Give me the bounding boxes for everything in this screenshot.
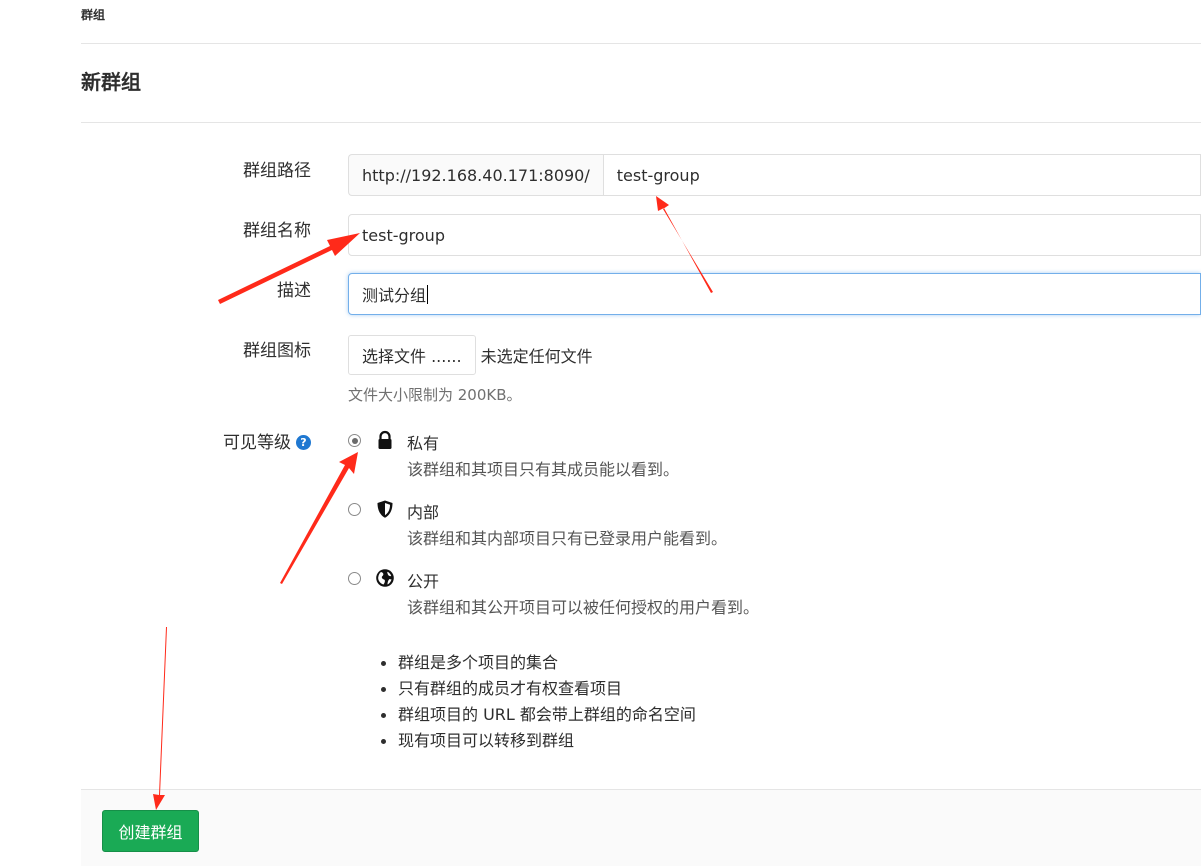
description-input[interactable]: 测试分组 <box>348 273 1201 315</box>
title-divider <box>81 122 1201 123</box>
breadcrumb[interactable]: 群组 <box>81 6 105 23</box>
group-info-list: 群组是多个项目的集合 只有群组的成员才有权查看项目 群组项目的 URL 都会带上… <box>381 650 696 754</box>
visibility-title-private: 私有 <box>407 434 440 453</box>
visibility-title-public: 公开 <box>407 572 440 591</box>
group-avatar-label: 群组图标 <box>243 341 311 361</box>
list-item: 现有项目可以转移到群组 <box>381 728 696 754</box>
shield-icon <box>377 500 393 518</box>
file-status: 未选定任何文件 <box>480 347 593 366</box>
arrow-to-private-radio <box>280 452 358 584</box>
group-path-label: 群组路径 <box>243 161 311 181</box>
lock-icon <box>378 430 392 449</box>
group-path-field: http://192.168.40.171:8090/ test-group <box>348 154 1201 196</box>
form-actions-bar <box>81 789 1201 866</box>
text-caret <box>427 284 429 304</box>
group-path-input[interactable]: test-group <box>602 154 1201 196</box>
group-name-field: test-group <box>348 214 1201 256</box>
radio-public[interactable] <box>348 572 361 585</box>
group-name-label: 群组名称 <box>243 221 311 241</box>
visibility-title-internal: 内部 <box>407 503 440 522</box>
avatar-size-help: 文件大小限制为 200KB。 <box>348 386 522 404</box>
question-circle-icon[interactable]: ? <box>296 435 311 450</box>
create-group-button[interactable]: 创建群组 <box>102 810 199 852</box>
page-title: 新群组 <box>81 70 141 94</box>
visibility-label: 可见等级 <box>223 433 291 453</box>
header-divider <box>81 43 1201 44</box>
avatar-file-picker: 选择文件 ...... 未选定任何文件 <box>348 334 593 376</box>
group-path-prefix: http://192.168.40.171:8090/ <box>348 154 603 196</box>
visibility-desc-internal: 该群组和其内部项目只有已登录用户能看到。 <box>407 529 728 548</box>
list-item: 群组是多个项目的集合 <box>381 650 696 676</box>
choose-file-button[interactable]: 选择文件 ...... <box>348 335 476 375</box>
radio-private[interactable] <box>348 434 361 447</box>
visibility-desc-public: 该群组和其公开项目可以被任何授权的用户看到。 <box>407 598 760 617</box>
description-field: 测试分组 <box>348 273 1201 315</box>
group-name-input[interactable]: test-group <box>348 214 1201 256</box>
description-value: 测试分组 <box>362 286 427 305</box>
visibility-label-group: 可见等级? <box>223 428 311 453</box>
arrow-to-create-button <box>153 627 167 810</box>
description-label: 描述 <box>277 281 311 301</box>
globe-icon <box>376 569 394 587</box>
list-item: 只有群组的成员才有权查看项目 <box>381 676 696 702</box>
radio-internal[interactable] <box>348 503 361 516</box>
visibility-desc-private: 该群组和其项目只有其成员能以看到。 <box>407 460 680 479</box>
list-item: 群组项目的 URL 都会带上群组的命名空间 <box>381 702 696 728</box>
